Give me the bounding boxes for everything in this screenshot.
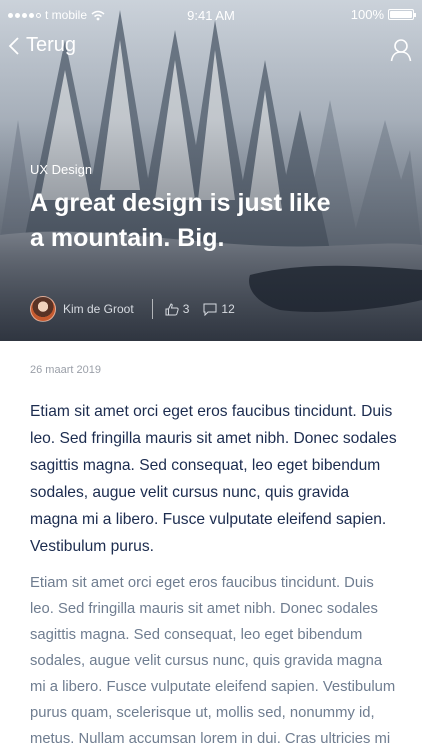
like-button[interactable]: 3 (165, 302, 190, 316)
publish-date: 26 maart 2019 (30, 364, 101, 376)
like-count: 3 (182, 302, 190, 316)
comment-button[interactable]: 12 (203, 302, 235, 316)
category-label[interactable]: UX Design (30, 162, 92, 177)
article-title: A great design is just like a mountain. … (30, 189, 331, 252)
battery-percentage: 100% (350, 7, 384, 22)
battery-icon (388, 9, 416, 20)
back-button[interactable]: Terug (8, 34, 76, 57)
article-body: Etiam sit amet orci eget eros faucibus t… (30, 575, 396, 747)
battery-fill (390, 11, 412, 18)
comment-count: 12 (221, 302, 235, 316)
battery-status: 100% (350, 7, 416, 22)
article-lead: Etiam sit amet orci eget eros faucibus t… (30, 403, 397, 555)
avatar[interactable] (30, 296, 56, 322)
meta-divider (151, 299, 153, 319)
user-icon[interactable] (390, 38, 412, 62)
status-bar: t mobile 9:41 AM 100% (0, 0, 422, 30)
chevron-left-icon (8, 36, 19, 55)
author-name[interactable]: Kim de Groot (63, 302, 134, 316)
thumbs-up-icon (165, 302, 179, 315)
comment-icon (203, 303, 217, 316)
article-meta: Kim de Groot 3 12 (30, 296, 249, 322)
back-label: Terug (26, 34, 77, 56)
